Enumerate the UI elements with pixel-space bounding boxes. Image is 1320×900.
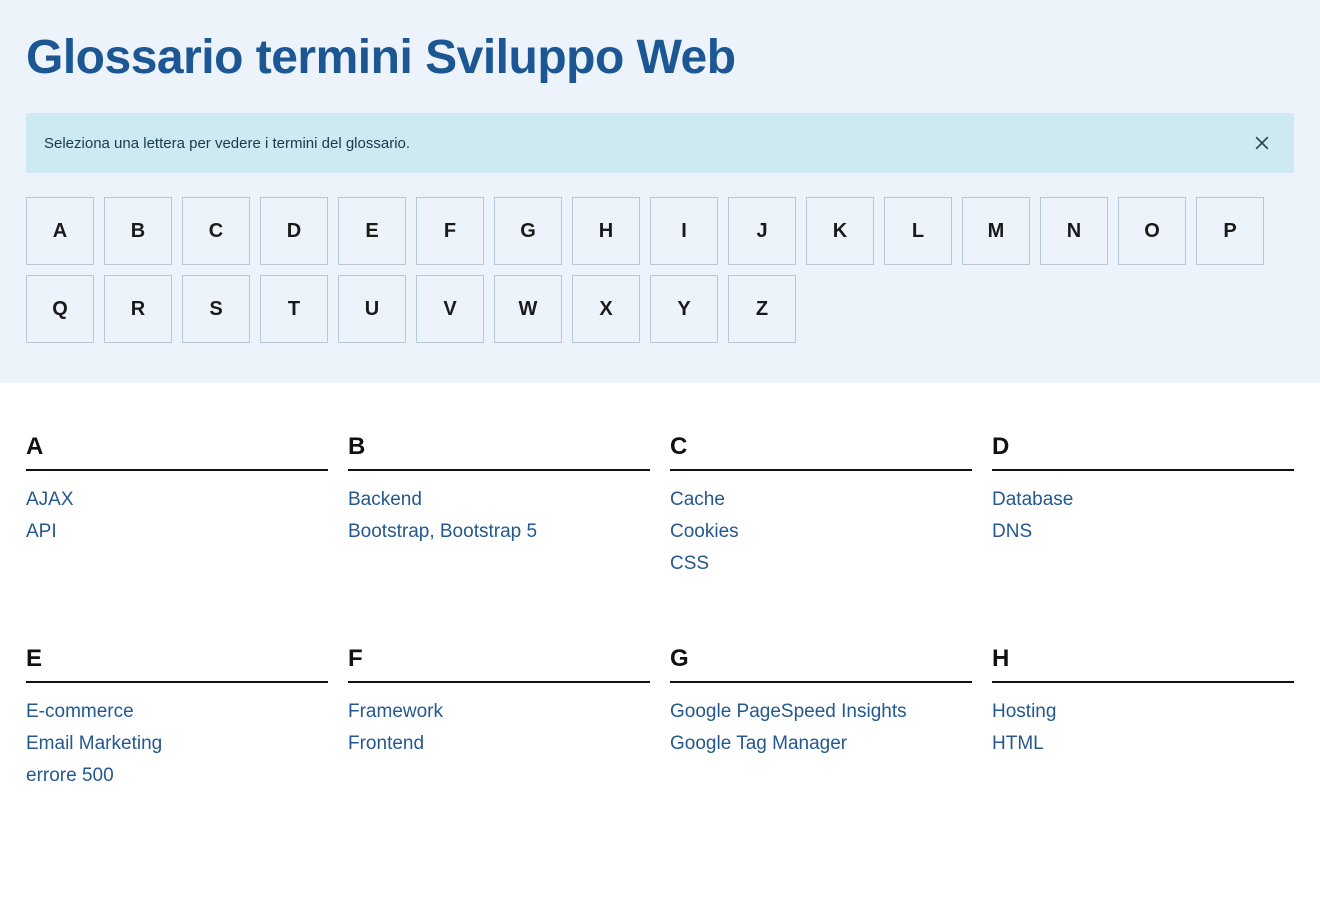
list-item: errore 500 (26, 765, 328, 787)
glossary-group-f: F Framework Frontend (348, 645, 650, 797)
glossary-list: E-commerce Email Marketing errore 500 (26, 701, 328, 787)
letter-button-g[interactable]: G (494, 197, 562, 265)
glossary-heading: E (26, 645, 328, 683)
list-item: CSS (670, 553, 972, 575)
letter-button-k[interactable]: K (806, 197, 874, 265)
info-alert: Seleziona una lettera per vedere i termi… (26, 113, 1294, 173)
list-item: Frontend (348, 733, 650, 755)
list-item: Hosting (992, 701, 1294, 723)
glossary-group-d: D Database DNS (992, 433, 1294, 585)
glossary-term-link[interactable]: HTML (992, 733, 1044, 754)
list-item: Bootstrap, Bootstrap 5 (348, 521, 650, 543)
letter-button-z[interactable]: Z (728, 275, 796, 343)
glossary-list: Backend Bootstrap, Bootstrap 5 (348, 489, 650, 543)
list-item: Google PageSpeed Insights (670, 701, 972, 723)
close-icon (1252, 133, 1272, 153)
letter-button-v[interactable]: V (416, 275, 484, 343)
letter-button-u[interactable]: U (338, 275, 406, 343)
letter-button-q[interactable]: Q (26, 275, 94, 343)
letter-button-i[interactable]: I (650, 197, 718, 265)
page-title: Glossario termini Sviluppo Web (26, 30, 1294, 85)
letter-button-x[interactable]: X (572, 275, 640, 343)
glossary-list: Cache Cookies CSS (670, 489, 972, 575)
alert-text: Seleziona una lettera per vedere i termi… (44, 135, 410, 152)
letter-button-a[interactable]: A (26, 197, 94, 265)
letter-button-s[interactable]: S (182, 275, 250, 343)
glossary-term-link[interactable]: Database (992, 489, 1073, 510)
list-item: E-commerce (26, 701, 328, 723)
letter-button-c[interactable]: C (182, 197, 250, 265)
glossary-list: Database DNS (992, 489, 1294, 543)
glossary-heading: F (348, 645, 650, 683)
letter-nav-grid: ABCDEFGHIJKLMNOP QRSTUVWXYZ (26, 197, 1294, 343)
glossary-term-link[interactable]: E-commerce (26, 701, 134, 722)
glossary-term-link[interactable]: Cache (670, 489, 725, 510)
glossary-group-b: B Backend Bootstrap, Bootstrap 5 (348, 433, 650, 585)
glossary-term-link[interactable]: Email Marketing (26, 733, 162, 754)
glossary-list: Framework Frontend (348, 701, 650, 755)
glossary-list: Hosting HTML (992, 701, 1294, 755)
list-item: DNS (992, 521, 1294, 543)
glossary-term-link[interactable]: Framework (348, 701, 443, 722)
letter-button-h[interactable]: H (572, 197, 640, 265)
letter-button-f[interactable]: F (416, 197, 484, 265)
list-item: HTML (992, 733, 1294, 755)
glossary-group-e: E E-commerce Email Marketing errore 500 (26, 645, 328, 797)
list-item: Cookies (670, 521, 972, 543)
glossary-heading: G (670, 645, 972, 683)
list-item: Framework (348, 701, 650, 723)
list-item: AJAX (26, 489, 328, 511)
letter-button-y[interactable]: Y (650, 275, 718, 343)
letter-button-j[interactable]: J (728, 197, 796, 265)
letter-button-w[interactable]: W (494, 275, 562, 343)
glossary-term-link[interactable]: Google PageSpeed Insights (670, 701, 907, 722)
list-item: Database (992, 489, 1294, 511)
glossary-group-c: C Cache Cookies CSS (670, 433, 972, 585)
glossary-heading: C (670, 433, 972, 471)
letter-button-m[interactable]: M (962, 197, 1030, 265)
glossary-term-link[interactable]: Hosting (992, 701, 1056, 722)
letter-button-p[interactable]: P (1196, 197, 1264, 265)
glossary-term-link[interactable]: Bootstrap, Bootstrap 5 (348, 521, 537, 542)
list-item: Email Marketing (26, 733, 328, 755)
glossary-term-link[interactable]: Backend (348, 489, 422, 510)
glossary-term-link[interactable]: errore 500 (26, 765, 114, 786)
glossary-content: AAJAXAPIBBackendBootstrap, Bootstrap 5CC… (0, 383, 1320, 847)
glossary-list: AJAX API (26, 489, 328, 543)
glossary-term-link[interactable]: API (26, 521, 57, 542)
glossary-heading: A (26, 433, 328, 471)
letter-button-t[interactable]: T (260, 275, 328, 343)
glossary-term-link[interactable]: AJAX (26, 489, 74, 510)
glossary-heading: D (992, 433, 1294, 471)
alert-close-button[interactable] (1248, 129, 1276, 157)
glossary-group-a: A AJAX API (26, 433, 328, 585)
list-item: Google Tag Manager (670, 733, 972, 755)
letter-button-d[interactable]: D (260, 197, 328, 265)
list-item: API (26, 521, 328, 543)
list-item: Cache (670, 489, 972, 511)
glossary-grid: AAJAXAPIBBackendBootstrap, Bootstrap 5CC… (26, 433, 1294, 797)
list-item: Backend (348, 489, 650, 511)
letter-button-b[interactable]: B (104, 197, 172, 265)
glossary-term-link[interactable]: CSS (670, 553, 709, 574)
glossary-group-g: G Google PageSpeed Insights Google Tag Man… (670, 645, 972, 797)
letter-button-n[interactable]: N (1040, 197, 1108, 265)
letter-button-r[interactable]: R (104, 275, 172, 343)
letter-button-e[interactable]: E (338, 197, 406, 265)
header-section: Glossario termini Sviluppo Web Seleziona… (0, 0, 1320, 383)
glossary-group-h: H Hosting HTML (992, 645, 1294, 797)
glossary-term-link[interactable]: Cookies (670, 521, 739, 542)
glossary-list: Google PageSpeed Insights Google Tag Mana… (670, 701, 972, 755)
letter-button-l[interactable]: L (884, 197, 952, 265)
letter-button-o[interactable]: O (1118, 197, 1186, 265)
glossary-term-link[interactable]: Frontend (348, 733, 424, 754)
glossary-term-link[interactable]: DNS (992, 521, 1032, 542)
glossary-term-link[interactable]: Google Tag Manager (670, 733, 847, 754)
glossary-heading: H (992, 645, 1294, 683)
glossary-heading: B (348, 433, 650, 471)
